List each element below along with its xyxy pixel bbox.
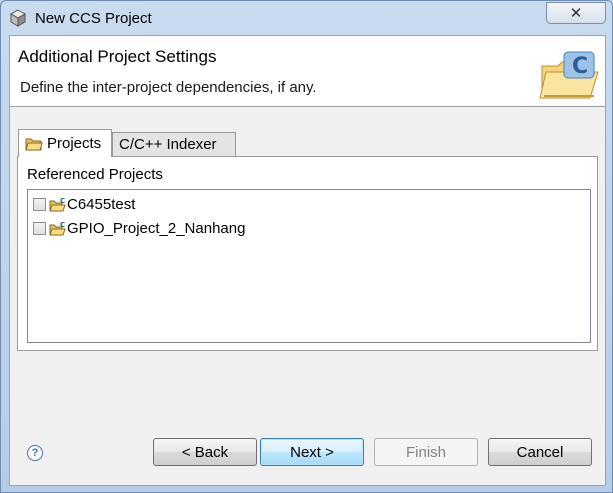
svg-text:C: C — [572, 54, 588, 79]
next-button[interactable]: Next > — [260, 438, 364, 466]
app-cube-icon — [9, 9, 27, 27]
project-name: GPIO_Project_2_Nanhang — [67, 219, 246, 237]
tab-cpp-indexer[interactable]: C/C++ Indexer — [112, 132, 236, 156]
svg-text:C: C — [60, 221, 65, 229]
finish-button[interactable]: Finish — [374, 438, 478, 466]
list-item[interactable]: C C6455test — [33, 194, 135, 214]
folder-icon — [25, 138, 43, 150]
wizard-header: Additional Project Settings Define the i… — [10, 36, 605, 107]
help-icon[interactable]: ? — [27, 445, 43, 461]
page-title: Additional Project Settings — [18, 47, 217, 66]
dialog-window: New CCS Project ✕ Additional Project Set… — [0, 0, 613, 493]
title-bar[interactable]: New CCS Project ✕ — [1, 1, 612, 35]
tab-cpp-indexer-label: C/C++ Indexer — [119, 136, 217, 153]
referenced-projects-list[interactable]: C C6455test C GPIO_Project_2_Nanhang — [27, 189, 591, 343]
page-description: Define the inter-project dependencies, i… — [20, 79, 317, 96]
projects-tab-panel: Referenced Projects C C6455test C GPIO_P… — [17, 156, 598, 351]
project-name: C6455test — [67, 195, 136, 213]
list-item[interactable]: C GPIO_Project_2_Nanhang — [33, 218, 245, 238]
dialog-body: Additional Project Settings Define the i… — [9, 35, 606, 486]
tab-projects[interactable]: Projects — [18, 129, 112, 157]
project-checkbox[interactable] — [33, 221, 46, 235]
cancel-button[interactable]: Cancel — [488, 438, 592, 466]
close-icon: ✕ — [569, 5, 583, 22]
close-button[interactable]: ✕ — [546, 2, 606, 24]
new-c-project-folder-icon: C — [539, 51, 599, 99]
referenced-projects-label: Referenced Projects — [27, 166, 163, 183]
back-button[interactable]: < Back — [153, 438, 257, 466]
window-title: New CCS Project — [35, 10, 152, 27]
c-project-folder-icon: C — [49, 221, 66, 235]
project-checkbox[interactable] — [33, 197, 46, 211]
c-project-folder-icon: C — [49, 197, 66, 211]
svg-text:C: C — [60, 197, 65, 205]
tab-bar: Projects C/C++ Indexer — [18, 129, 598, 157]
tab-projects-label: Projects — [47, 135, 102, 152]
